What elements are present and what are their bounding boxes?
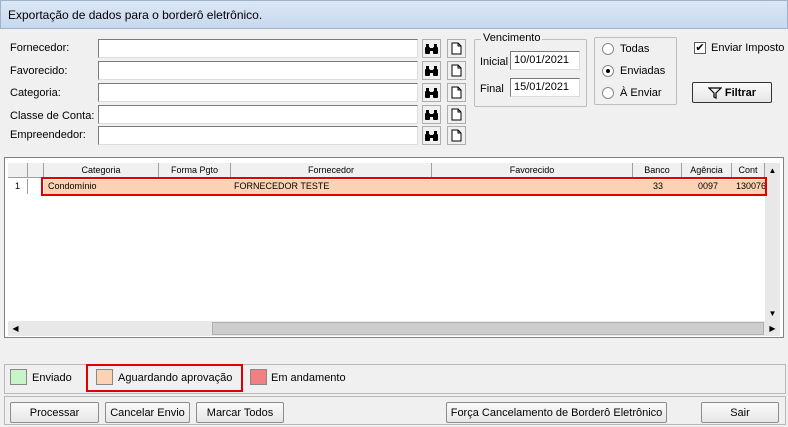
col-header-fornecedor[interactable]: Fornecedor bbox=[231, 163, 432, 178]
vertical-scrollbar[interactable]: ▲ ▼ bbox=[765, 163, 780, 321]
empreendedor-clear-button[interactable] bbox=[447, 126, 466, 145]
radio-enviadas[interactable] bbox=[602, 65, 614, 77]
radio-todas[interactable] bbox=[602, 43, 614, 55]
col-header-forma-pgto[interactable]: Forma Pgto bbox=[159, 163, 231, 178]
aguardando-swatch bbox=[96, 369, 113, 385]
col-header-banco[interactable]: Banco bbox=[633, 163, 682, 178]
cell-conta: 130076 bbox=[736, 181, 765, 191]
document-icon bbox=[451, 64, 462, 77]
filtrar-label: Filtrar bbox=[724, 86, 757, 99]
binoculars-icon bbox=[425, 87, 438, 98]
scroll-up-icon[interactable]: ▲ bbox=[765, 163, 780, 178]
vencimento-legend: Vencimento bbox=[481, 32, 543, 44]
cell-forma-pgto bbox=[163, 179, 231, 194]
row-number: 1 bbox=[8, 179, 28, 194]
em-andamento-label: Em andamento bbox=[271, 372, 346, 384]
favorecido-search-button[interactable] bbox=[422, 61, 441, 80]
fornecedor-clear-button[interactable] bbox=[447, 39, 466, 58]
enviar-imposto-checkbox[interactable]: ✔ bbox=[694, 42, 706, 54]
empreendedor-search-button[interactable] bbox=[422, 126, 441, 145]
horizontal-scroll-thumb[interactable] bbox=[212, 322, 764, 335]
horizontal-scrollbar[interactable]: ◀ bbox=[8, 321, 765, 336]
categoria-input[interactable] bbox=[98, 83, 418, 102]
marcar-todos-button[interactable]: Marcar Todos bbox=[196, 402, 284, 423]
binoculars-icon bbox=[425, 43, 438, 54]
results-grid[interactable]: Categoria Forma Pgto Fornecedor Favoreci… bbox=[4, 157, 784, 338]
enviar-imposto-label: Enviar Imposto bbox=[711, 42, 785, 54]
final-date-input[interactable]: 15/01/2021 bbox=[510, 78, 580, 97]
radio-a-enviar[interactable] bbox=[602, 87, 614, 99]
binoculars-icon bbox=[425, 130, 438, 141]
col-header-agencia[interactable]: Agência bbox=[682, 163, 732, 178]
funnel-icon bbox=[707, 86, 722, 99]
classe-conta-input[interactable] bbox=[98, 105, 418, 124]
radio-todas-label: Todas bbox=[620, 43, 650, 55]
aguardando-label: Aguardando aprovação bbox=[118, 372, 233, 384]
radio-enviadas-label: Enviadas bbox=[620, 65, 666, 77]
binoculars-icon bbox=[425, 65, 438, 76]
inicial-date-input[interactable]: 10/01/2021 bbox=[510, 51, 580, 70]
forca-cancelamento-button[interactable]: Força Cancelamento de Borderô Eletrônico bbox=[446, 402, 667, 423]
col-header-categoria[interactable]: Categoria bbox=[44, 163, 159, 178]
document-icon bbox=[451, 129, 462, 142]
scroll-down-icon[interactable]: ▼ bbox=[765, 306, 780, 321]
final-label: Final bbox=[480, 83, 504, 95]
classe-conta-search-button[interactable] bbox=[422, 105, 441, 124]
classe-conta-clear-button[interactable] bbox=[447, 105, 466, 124]
cell-fornecedor: FORNECEDOR TESTE bbox=[234, 181, 330, 191]
binoculars-icon bbox=[425, 109, 438, 120]
filtrar-button[interactable]: Filtrar bbox=[692, 82, 772, 103]
col-header-conta[interactable]: Cont bbox=[732, 163, 765, 178]
cell-categoria: Condomínio bbox=[48, 181, 97, 191]
radio-a-enviar-label: À Enviar bbox=[620, 87, 662, 99]
cell-agencia: 0097 bbox=[697, 181, 718, 191]
cancelar-envio-button[interactable]: Cancelar Envio bbox=[105, 402, 190, 423]
empreendedor-label: Empreendedor: bbox=[10, 129, 86, 141]
enviado-label: Enviado bbox=[32, 372, 72, 384]
document-icon bbox=[451, 42, 462, 55]
grid-check-header bbox=[28, 163, 44, 178]
favorecido-label: Favorecido: bbox=[10, 65, 68, 77]
sair-button[interactable]: Sair bbox=[701, 402, 779, 423]
col-header-favorecido[interactable]: Favorecido bbox=[432, 163, 633, 178]
fornecedor-input[interactable] bbox=[98, 39, 418, 58]
categoria-clear-button[interactable] bbox=[447, 83, 466, 102]
fornecedor-search-button[interactable] bbox=[422, 39, 441, 58]
document-icon bbox=[451, 108, 462, 121]
em-andamento-swatch bbox=[250, 369, 267, 385]
categoria-search-button[interactable] bbox=[422, 83, 441, 102]
inicial-label: Inicial bbox=[480, 56, 509, 68]
scroll-left-icon[interactable]: ◀ bbox=[8, 321, 23, 336]
cell-favorecido bbox=[435, 179, 630, 194]
cell-banco: 33 bbox=[652, 181, 663, 191]
enviado-swatch bbox=[10, 369, 27, 385]
grid-corner-header bbox=[8, 163, 28, 178]
document-icon bbox=[451, 86, 462, 99]
fornecedor-label: Fornecedor: bbox=[10, 42, 70, 54]
processar-button[interactable]: Processar bbox=[10, 402, 99, 423]
favorecido-clear-button[interactable] bbox=[447, 61, 466, 80]
categoria-label: Categoria: bbox=[10, 87, 61, 99]
window-title: Exportação de dados para o borderô eletr… bbox=[0, 0, 788, 29]
favorecido-input[interactable] bbox=[98, 61, 418, 80]
scroll-right-icon[interactable]: ▶ bbox=[765, 321, 780, 336]
empreendedor-input[interactable] bbox=[98, 126, 418, 145]
classe-conta-label: Classe de Conta: bbox=[10, 110, 95, 122]
